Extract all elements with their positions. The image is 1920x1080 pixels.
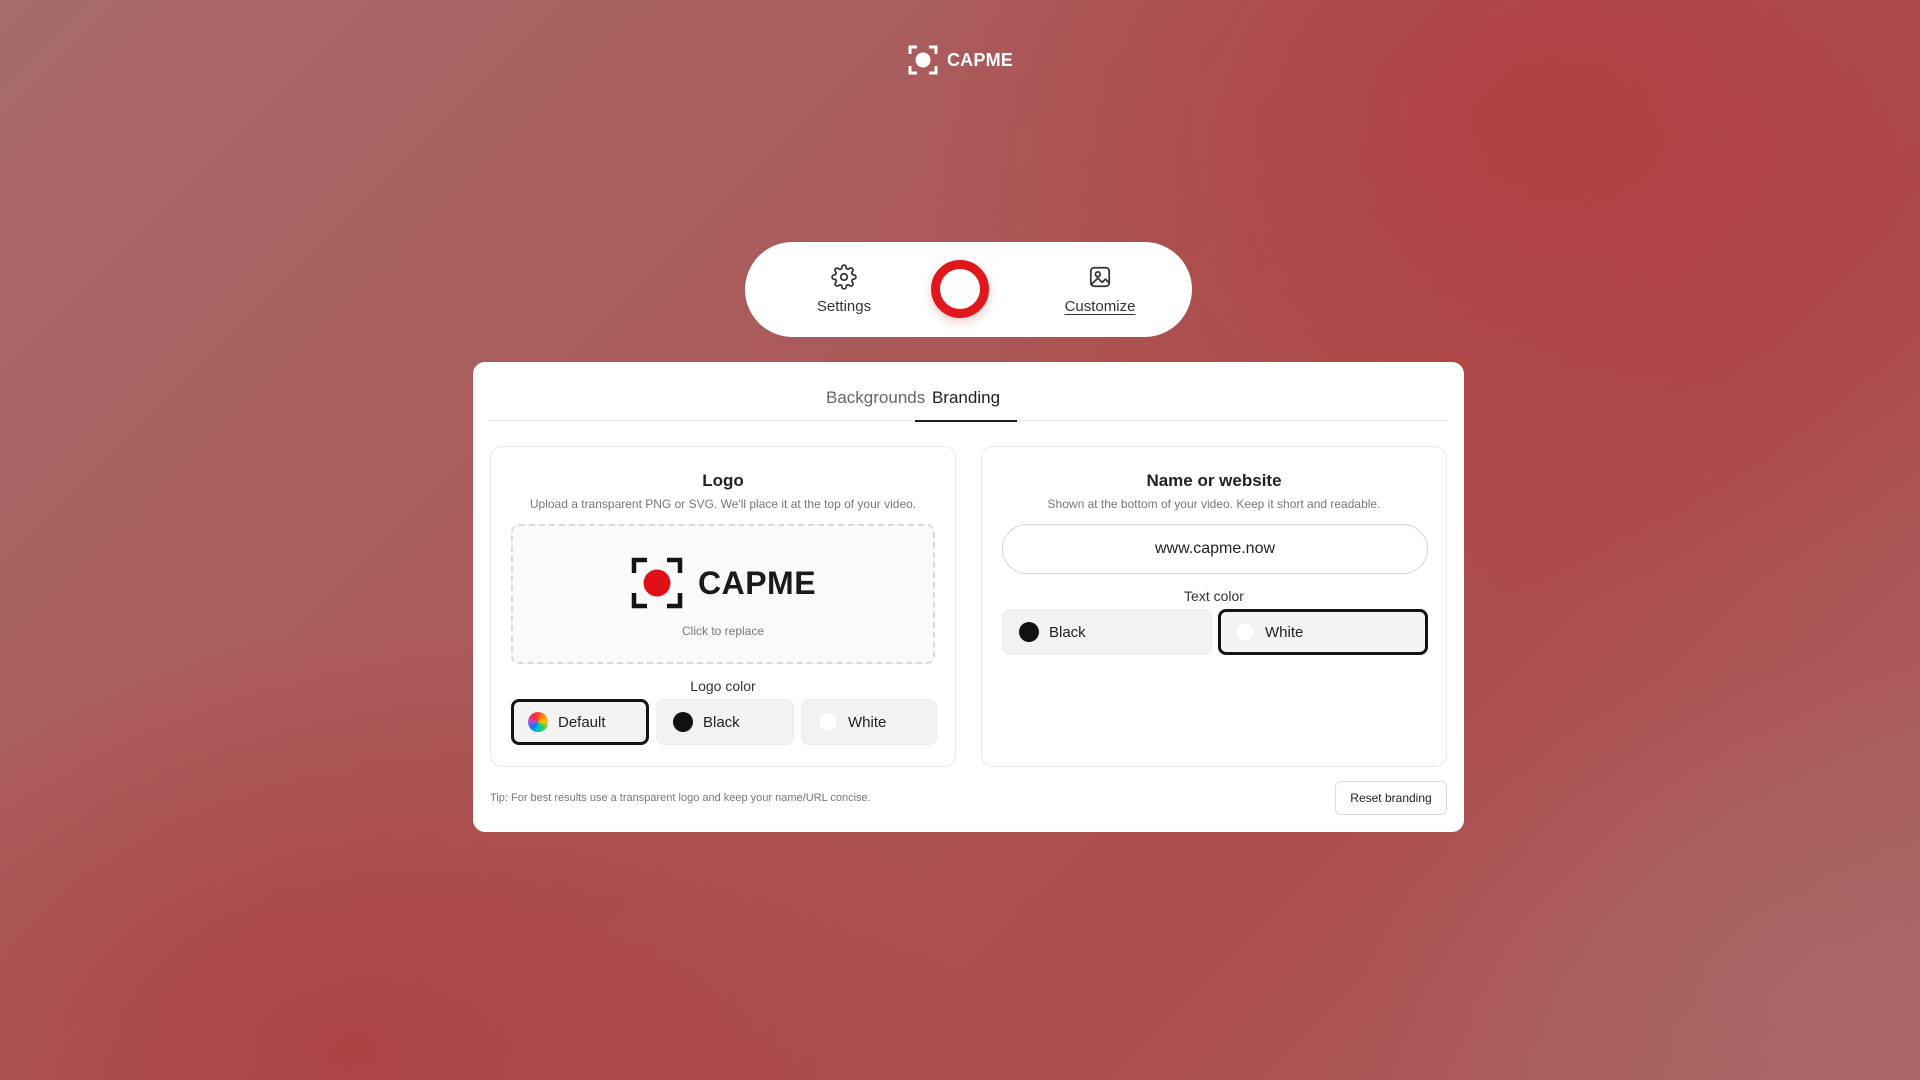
replace-hint: Click to replace <box>681 624 765 638</box>
tab-backgrounds[interactable]: Backgrounds <box>826 388 925 420</box>
tip-text: Tip: For best results use a transparent … <box>490 792 871 804</box>
option-label: Black <box>703 713 740 731</box>
tab-branding[interactable]: Branding <box>915 388 1017 422</box>
record-button[interactable] <box>931 260 989 318</box>
name-website-input[interactable] <box>1002 524 1428 574</box>
white-dot-icon <box>1235 622 1255 642</box>
option-label: White <box>848 713 887 731</box>
logo-card: Logo Upload a transparent PNG or SVG. We… <box>490 446 956 767</box>
logo-upload-zone[interactable]: CAPME Click to replace <box>511 524 935 664</box>
gear-icon <box>831 264 857 290</box>
name-card: Name or website Shown at the bottom of y… <box>981 446 1447 767</box>
customize-panel: Backgrounds Branding Logo Upload a trans… <box>473 362 1464 832</box>
text-color-label: Text color <box>1184 588 1244 604</box>
name-card-description: Shown at the bottom of your video. Keep … <box>1047 497 1381 511</box>
logo-preview: CAPME <box>513 556 933 610</box>
option-label: Default <box>558 713 606 731</box>
settings-label: Settings <box>816 298 872 315</box>
settings-button[interactable]: Settings <box>805 242 883 337</box>
logo-color-white-option[interactable]: White <box>801 699 937 745</box>
capme-logo-icon <box>631 557 683 609</box>
text-color-black-option[interactable]: Black <box>1002 609 1212 655</box>
name-card-title: Name or website <box>1146 471 1282 490</box>
white-dot-icon <box>818 712 838 732</box>
rainbow-dot-icon <box>528 712 548 732</box>
black-dot-icon <box>1019 622 1039 642</box>
logo-card-description: Upload a transparent PNG or SVG. We'll p… <box>529 497 917 511</box>
recording-toolbar: Settings Customize <box>745 242 1192 337</box>
customize-label: Customize <box>1064 298 1136 315</box>
logo-preview-wordmark: CAPME <box>697 564 817 601</box>
customize-button[interactable]: Customize <box>1055 242 1145 337</box>
panel-tabs: Backgrounds Branding <box>490 362 1447 422</box>
reset-branding-button[interactable]: Reset branding <box>1335 781 1447 815</box>
option-label: Black <box>1049 623 1086 641</box>
capme-logo-icon <box>908 45 938 75</box>
logo-color-default-option[interactable]: Default <box>511 699 649 745</box>
logo-card-title: Logo <box>702 471 744 490</box>
brand-name: CAPME <box>946 49 1013 70</box>
logo-color-label: Logo color <box>690 678 756 694</box>
top-brand: CAPME <box>0 44 1920 76</box>
image-icon <box>1089 266 1111 288</box>
text-color-white-option[interactable]: White <box>1218 609 1428 655</box>
option-label: White <box>1265 623 1304 641</box>
black-dot-icon <box>673 712 693 732</box>
logo-color-black-option[interactable]: Black <box>656 699 794 745</box>
